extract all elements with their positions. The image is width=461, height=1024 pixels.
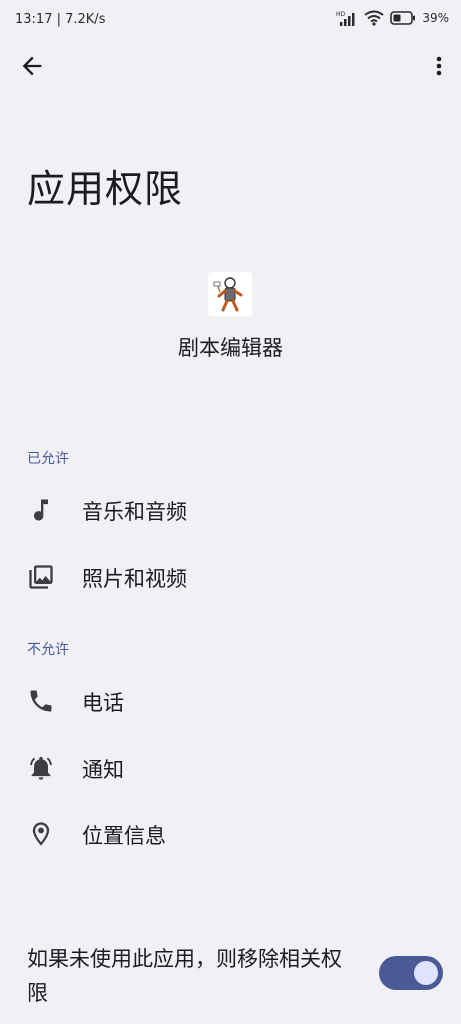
permission-item-notifications[interactable]: 通知 <box>0 736 461 800</box>
permission-item-phone[interactable]: 电话 <box>0 669 461 733</box>
arrow-back-icon <box>22 56 42 76</box>
app-icon <box>208 272 252 316</box>
section-header-denied: 不允许 <box>27 642 69 658</box>
music-note-icon <box>27 496 55 524</box>
status-time-speed: 13:17 | 7.2K/s <box>15 12 106 27</box>
signal-icon: HD <box>336 11 355 26</box>
photo-library-icon <box>27 563 55 591</box>
permission-item-location[interactable]: 位置信息 <box>0 802 461 866</box>
permission-item-photos-videos[interactable]: 照片和视频 <box>0 545 461 609</box>
hd-label: HD <box>336 11 346 18</box>
permission-label: 照片和视频 <box>82 567 187 591</box>
battery-icon <box>390 11 416 25</box>
remove-permissions-row[interactable]: 如果未使用此应用，则移除相关权限 <box>0 940 461 1020</box>
remove-permissions-label: 如果未使用此应用，则移除相关权限 <box>27 947 342 1005</box>
battery-percent: 39% <box>422 11 449 25</box>
permission-item-music-audio[interactable]: 音乐和音频 <box>0 478 461 542</box>
remove-permissions-toggle[interactable] <box>379 956 443 990</box>
permission-label: 通知 <box>82 758 124 782</box>
permission-label: 位置信息 <box>82 824 166 848</box>
wifi-icon <box>364 10 384 26</box>
status-bar: 13:17 | 7.2K/s HD 39% <box>0 0 461 40</box>
section-header-allowed: 已允许 <box>27 451 69 467</box>
app-bar <box>0 44 461 86</box>
app-name: 剧本编辑器 <box>178 336 283 360</box>
toggle-knob <box>414 961 438 985</box>
permission-label: 电话 <box>82 691 124 715</box>
more-vert-icon <box>436 56 442 76</box>
status-icons: HD 39% <box>336 10 449 26</box>
page-title: 应用权限 <box>27 167 184 211</box>
notification-bell-icon <box>27 754 55 782</box>
permission-label: 音乐和音频 <box>82 500 187 524</box>
phone-icon <box>27 687 55 715</box>
more-options-button[interactable] <box>431 52 447 80</box>
back-button[interactable] <box>18 52 46 80</box>
location-pin-icon <box>27 820 55 848</box>
